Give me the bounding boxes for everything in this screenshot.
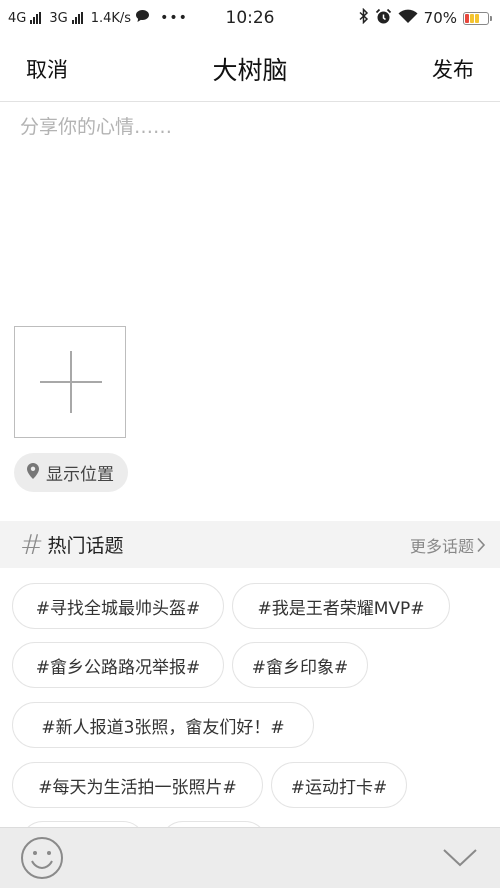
topic-tag[interactable]: #畲乡印象# bbox=[232, 642, 368, 688]
cancel-button[interactable]: 取消 bbox=[0, 54, 94, 84]
hot-topics-header: # 热门话题 更多话题 bbox=[0, 521, 500, 568]
more-topics-label: 更多话题 bbox=[409, 536, 474, 556]
topic-tag[interactable]: #每天为生活拍一张照片# bbox=[12, 762, 263, 808]
topic-tag[interactable]: #运动打卡# bbox=[271, 762, 407, 808]
hashtag-icon: # bbox=[20, 528, 44, 561]
hot-topics-title: 热门话题 bbox=[47, 535, 124, 557]
show-location-button[interactable]: 显示位置 bbox=[14, 453, 128, 492]
show-location-label: 显示位置 bbox=[46, 465, 114, 485]
signal-icon-2 bbox=[71, 12, 83, 24]
more-topics-link[interactable]: 更多话题 bbox=[410, 533, 486, 557]
topic-tag[interactable]: #我是王者荣耀MVP# bbox=[232, 583, 450, 629]
topic-tag[interactable]: #寻找全城最帅头盔# bbox=[12, 583, 224, 629]
plus-icon bbox=[40, 351, 102, 413]
network-speed: 1.4K/s bbox=[90, 10, 132, 26]
smiley-icon[interactable] bbox=[20, 836, 64, 880]
bluetooth-icon bbox=[359, 7, 369, 28]
status-bar: 4G 3G 1.4K/s ••• 10:26 70% bbox=[0, 0, 500, 36]
topic-tag[interactable]: #新人报道3张照，畲友们好！# bbox=[12, 702, 314, 748]
publish-button[interactable]: 发布 bbox=[406, 54, 500, 84]
network-type-4g: 4G bbox=[8, 10, 27, 26]
battery-icon bbox=[463, 11, 492, 25]
signal-icon bbox=[30, 12, 42, 24]
post-text-input[interactable] bbox=[20, 112, 480, 312]
network-type-3g: 3G bbox=[49, 10, 68, 26]
status-right: 70% bbox=[359, 7, 492, 29]
wifi-icon bbox=[398, 9, 418, 28]
location-pin-icon bbox=[26, 462, 40, 484]
header-bar: 取消 大树脑 发布 bbox=[0, 36, 500, 102]
chevron-down-icon[interactable] bbox=[442, 847, 478, 869]
bottom-toolbar bbox=[0, 827, 500, 888]
add-photo-button[interactable] bbox=[14, 326, 126, 438]
battery-percent: 70% bbox=[423, 9, 457, 27]
alarm-icon bbox=[375, 8, 392, 29]
chevron-right-icon bbox=[477, 537, 486, 552]
chat-bubble-icon bbox=[135, 9, 150, 27]
topic-tag[interactable]: #畲乡公路路况举报# bbox=[12, 642, 224, 688]
status-left: 4G 3G 1.4K/s ••• bbox=[8, 9, 198, 27]
more-dots-icon: ••• bbox=[160, 10, 188, 26]
